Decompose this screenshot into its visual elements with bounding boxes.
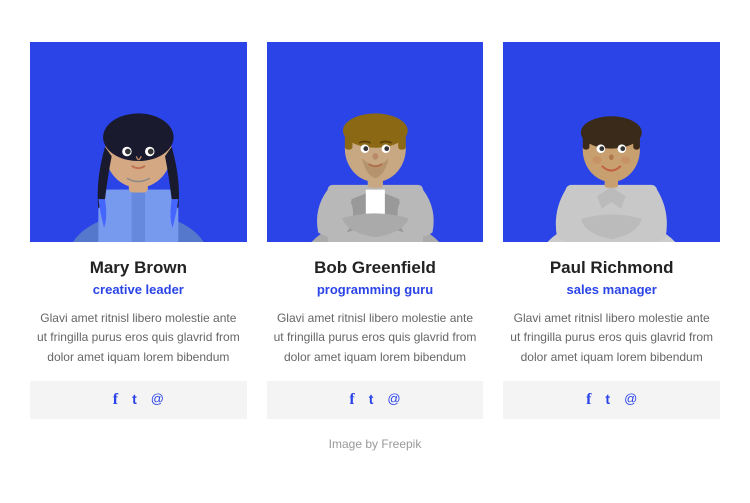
- member-role-mary: creative leader: [93, 282, 184, 297]
- team-grid: Mary Brown creative leader Glavi amet ri…: [30, 42, 720, 419]
- social-bar-mary: f t @: [30, 381, 247, 419]
- photo-wrapper-mary: [30, 42, 247, 242]
- social-bar-paul: f t @: [503, 381, 720, 419]
- twitter-icon-paul[interactable]: t: [605, 391, 610, 409]
- photo-wrapper-paul: [503, 42, 720, 242]
- facebook-icon-paul[interactable]: f: [586, 391, 591, 409]
- team-card-paul: Paul Richmond sales manager Glavi amet r…: [503, 42, 720, 419]
- twitter-icon-mary[interactable]: t: [132, 391, 137, 409]
- footer-credit: Image by Freepik: [329, 437, 422, 451]
- member-name-bob: Bob Greenfield: [314, 258, 436, 278]
- facebook-icon-mary[interactable]: f: [113, 391, 118, 409]
- member-bio-mary: Glavi amet ritnisl libero molestie ante …: [30, 309, 247, 367]
- facebook-icon-bob[interactable]: f: [349, 391, 354, 409]
- instagram-icon-mary[interactable]: @: [151, 391, 164, 409]
- twitter-icon-bob[interactable]: t: [369, 391, 374, 409]
- member-bio-bob: Glavi amet ritnisl libero molestie ante …: [267, 309, 484, 367]
- member-bio-paul: Glavi amet ritnisl libero molestie ante …: [503, 309, 720, 367]
- photo-wrapper-bob: [267, 42, 484, 242]
- member-role-paul: sales manager: [567, 282, 657, 297]
- member-name-paul: Paul Richmond: [550, 258, 674, 278]
- member-name-mary: Mary Brown: [90, 258, 187, 278]
- team-card-bob: Bob Greenfield programming guru Glavi am…: [267, 42, 484, 419]
- member-role-bob: programming guru: [317, 282, 433, 297]
- instagram-icon-bob[interactable]: @: [387, 391, 400, 409]
- instagram-icon-paul[interactable]: @: [624, 391, 637, 409]
- social-bar-bob: f t @: [267, 381, 484, 419]
- team-card-mary: Mary Brown creative leader Glavi amet ri…: [30, 42, 247, 419]
